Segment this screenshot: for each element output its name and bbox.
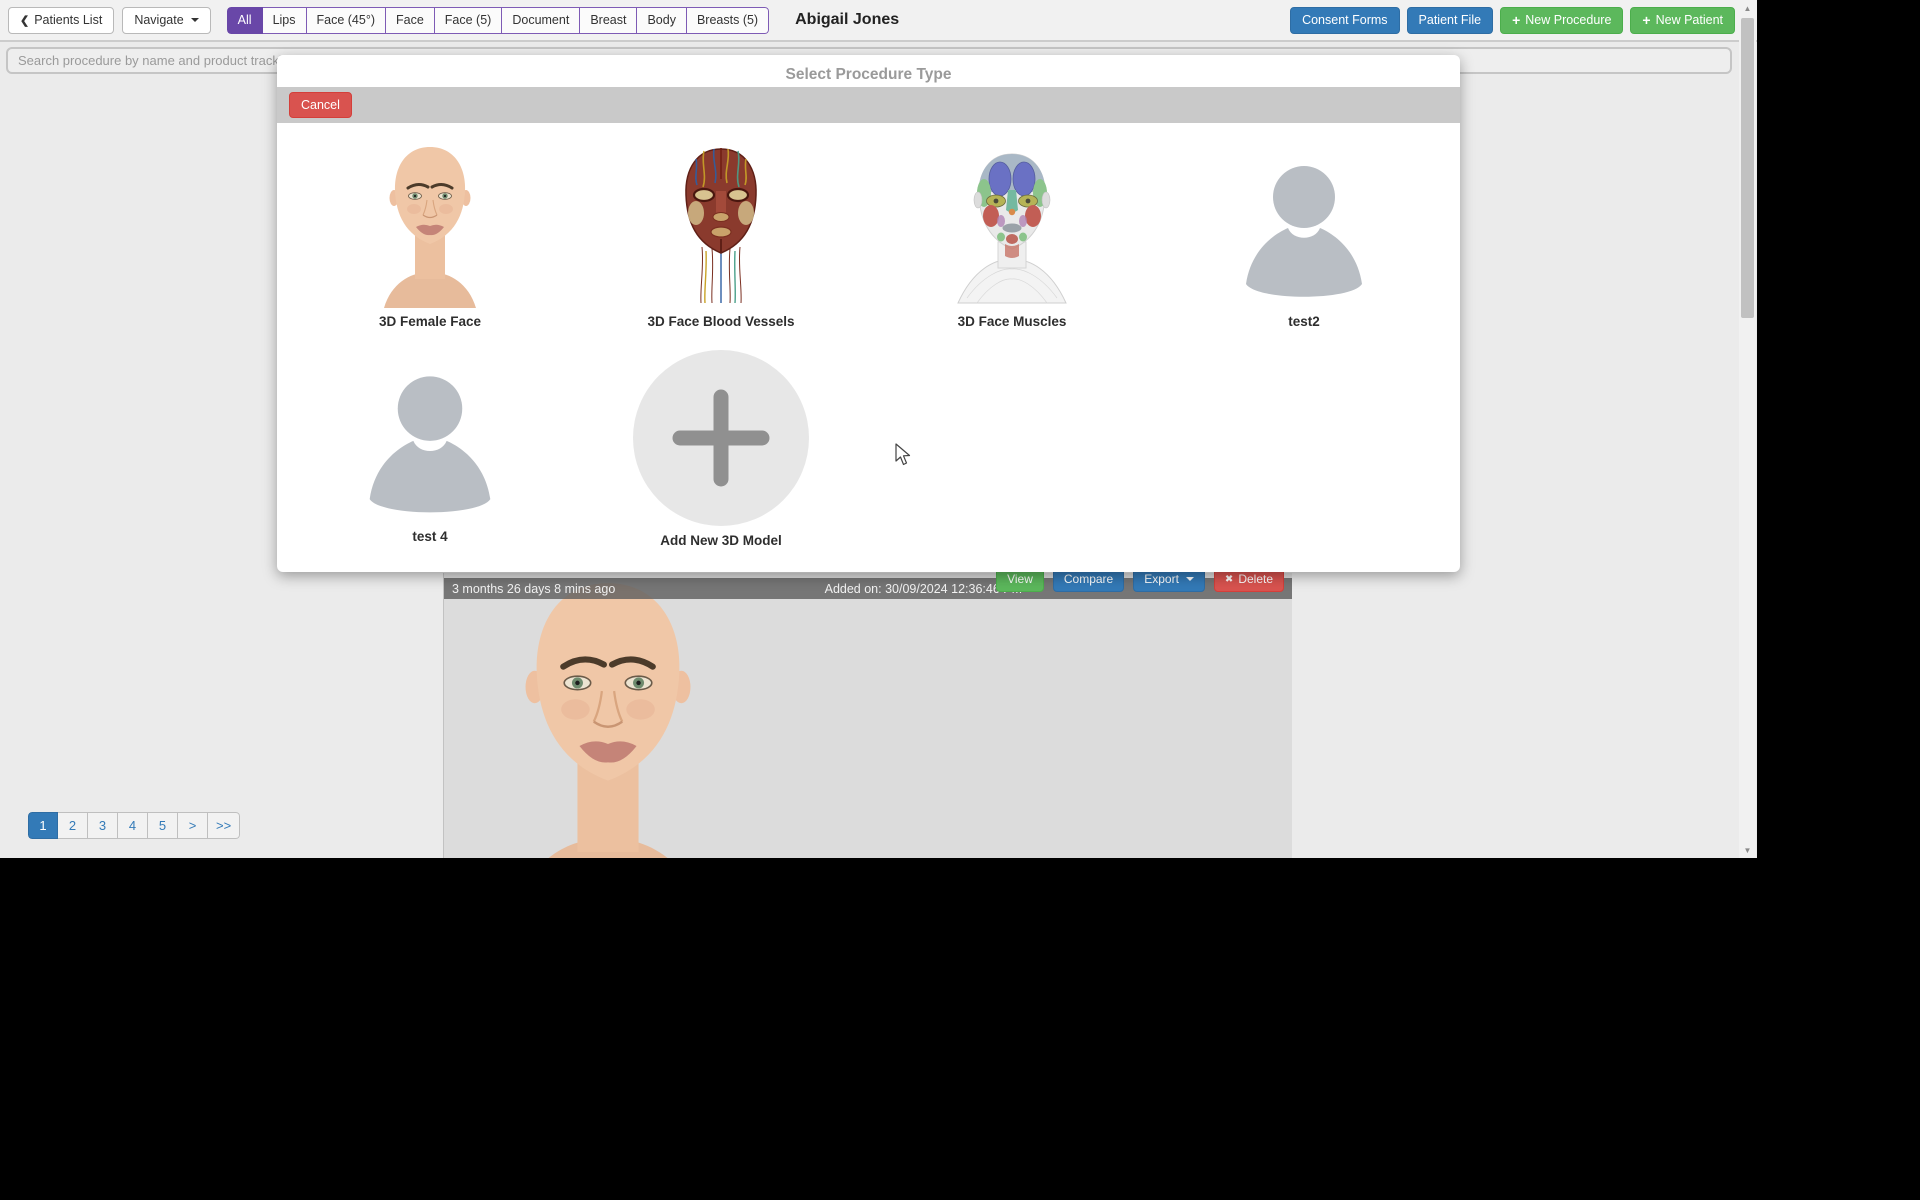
patient-name: Abigail Jones xyxy=(795,11,899,29)
filter-tab-face-5[interactable]: Face (5) xyxy=(435,7,503,34)
procedure-type-test-4[interactable]: test 4 xyxy=(300,365,560,544)
back-arrow-icon: ❮ xyxy=(20,14,29,27)
new-patient-button[interactable]: + New Patient xyxy=(1630,7,1735,34)
cancel-button[interactable]: Cancel xyxy=(289,92,352,118)
face-muscles-image xyxy=(882,140,1142,308)
consent-forms-button[interactable]: Consent Forms xyxy=(1290,7,1399,34)
pagination-next[interactable]: > xyxy=(178,812,208,839)
plus-icon: + xyxy=(1642,13,1650,27)
pagination-page-2[interactable]: 2 xyxy=(58,812,88,839)
filter-tab-breasts-5[interactable]: Breasts (5) xyxy=(687,7,769,34)
procedure-age-text: 3 months 26 days 8 mins ago xyxy=(452,582,615,596)
top-navbar: ❮ Patients List Navigate All Lips Face (… xyxy=(0,0,1757,42)
pagination-page-1[interactable]: 1 xyxy=(28,812,58,839)
pagination: 1 2 3 4 5 > >> xyxy=(28,812,240,839)
screen: ❮ Patients List Navigate All Lips Face (… xyxy=(0,0,1920,1200)
procedure-type-3d-face-muscles[interactable]: 3D Face Muscles xyxy=(882,140,1142,329)
delete-x-icon: ✖ xyxy=(1225,574,1233,585)
add-new-plus-icon xyxy=(591,347,851,527)
app-window: ❮ Patients List Navigate All Lips Face (… xyxy=(0,0,1757,858)
navigate-dropdown[interactable]: Navigate xyxy=(122,7,210,34)
scroll-down-icon[interactable]: ▼ xyxy=(1739,842,1756,858)
filter-tab-document[interactable]: Document xyxy=(502,7,580,34)
procedure-type-3d-female-face[interactable]: 3D Female Face xyxy=(300,140,560,329)
procedure-type-3d-face-blood-vessels[interactable]: 3D Face Blood Vessels xyxy=(591,140,851,329)
filter-tab-face[interactable]: Face xyxy=(386,7,435,34)
vertical-scrollbar[interactable]: ▲ ▼ xyxy=(1739,0,1756,858)
patient-file-button[interactable]: Patient File xyxy=(1407,7,1494,34)
patients-list-button[interactable]: ❮ Patients List xyxy=(8,7,114,34)
pagination-page-3[interactable]: 3 xyxy=(88,812,118,839)
filter-tab-face-45[interactable]: Face (45°) xyxy=(307,7,387,34)
pagination-last[interactable]: >> xyxy=(208,812,240,839)
mouse-cursor xyxy=(895,443,912,467)
filter-tab-group: All Lips Face (45°) Face Face (5) Docume… xyxy=(227,7,769,34)
blood-vessels-image xyxy=(591,140,851,308)
filter-tab-body[interactable]: Body xyxy=(637,7,687,34)
navigate-label: Navigate xyxy=(134,13,183,27)
modal-toolbar: Cancel xyxy=(277,87,1460,123)
scroll-up-icon[interactable]: ▲ xyxy=(1739,0,1756,16)
pagination-page-5[interactable]: 5 xyxy=(148,812,178,839)
filter-tab-breast[interactable]: Breast xyxy=(580,7,637,34)
select-procedure-modal: Select Procedure Type Cancel xyxy=(277,55,1460,572)
caret-down-icon xyxy=(191,18,199,22)
procedure-added-on: Added on: 30/09/2024 12:36:46 PM xyxy=(825,582,1022,596)
procedure-type-test2[interactable]: test2 xyxy=(1174,140,1434,329)
caret-down-icon xyxy=(1186,577,1194,581)
patient-3d-face-render xyxy=(502,575,714,858)
female-face-image xyxy=(300,140,560,308)
procedure-card: 3 months 26 days 8 mins ago Added on: 30… xyxy=(443,573,1292,858)
filter-tab-lips[interactable]: Lips xyxy=(263,7,307,34)
person-avatar-image xyxy=(300,365,560,523)
modal-title: Select Procedure Type xyxy=(277,66,1460,84)
new-procedure-button[interactable]: + New Procedure xyxy=(1500,7,1623,34)
navbar-actions: Consent Forms Patient File + New Procedu… xyxy=(1290,7,1735,34)
plus-icon: + xyxy=(1512,13,1520,27)
filter-tab-all[interactable]: All xyxy=(227,7,263,34)
pagination-page-4[interactable]: 4 xyxy=(118,812,148,839)
scrollbar-thumb[interactable] xyxy=(1741,18,1754,318)
patients-list-label: Patients List xyxy=(34,13,102,27)
person-avatar-image xyxy=(1174,140,1434,308)
add-new-3d-model-button[interactable]: Add New 3D Model xyxy=(591,347,851,548)
